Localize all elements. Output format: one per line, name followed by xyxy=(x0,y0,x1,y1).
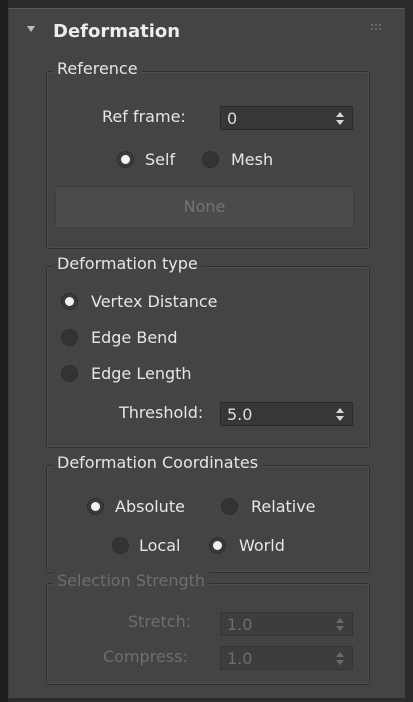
deformation-rollout: Deformation Reference Ref frame: 0 Self … xyxy=(8,8,405,698)
reference-group-title: Reference xyxy=(53,59,142,78)
compress-value[interactable]: 1.0 xyxy=(227,649,252,668)
threshold-spinner[interactable]: 5.0 xyxy=(220,402,353,426)
ref-frame-value[interactable]: 0 xyxy=(227,109,237,128)
world-label[interactable]: World xyxy=(239,536,285,555)
edge-length-radio[interactable] xyxy=(61,365,78,382)
compress-label: Compress: xyxy=(103,647,188,666)
stretch-spinner[interactable]: 1.0 xyxy=(220,612,353,636)
local-label[interactable]: Local xyxy=(139,536,180,555)
spinner-arrows-icon[interactable] xyxy=(336,111,344,125)
spinner-arrows-icon[interactable] xyxy=(336,407,344,421)
threshold-value[interactable]: 5.0 xyxy=(227,405,252,424)
vertex-distance-label[interactable]: Vertex Distance xyxy=(91,292,217,311)
relative-radio[interactable] xyxy=(221,498,238,515)
compress-spinner[interactable]: 1.0 xyxy=(220,646,353,670)
mesh-radio-label[interactable]: Mesh xyxy=(231,150,273,169)
deformation-type-group-title: Deformation type xyxy=(53,254,202,273)
edge-bend-label[interactable]: Edge Bend xyxy=(91,328,177,347)
mesh-radio[interactable] xyxy=(202,151,219,168)
rollout-title: Deformation xyxy=(53,21,181,42)
edge-bend-radio[interactable] xyxy=(61,329,78,346)
absolute-label[interactable]: Absolute xyxy=(115,497,185,516)
panel-left-edge xyxy=(0,0,8,702)
stretch-value[interactable]: 1.0 xyxy=(227,615,252,634)
edge-length-label[interactable]: Edge Length xyxy=(91,364,192,383)
self-radio-label[interactable]: Self xyxy=(145,150,175,169)
ref-frame-label: Ref frame: xyxy=(102,107,186,126)
pick-mesh-button[interactable]: None xyxy=(55,186,354,228)
spinner-arrows-icon[interactable] xyxy=(336,651,344,665)
drag-grip-icon[interactable] xyxy=(371,24,383,34)
stretch-label: Stretch: xyxy=(128,612,192,631)
selection-strength-group-title: Selection Strength xyxy=(53,571,210,590)
pick-mesh-button-label: None xyxy=(183,197,226,216)
ref-frame-spinner[interactable]: 0 xyxy=(220,106,353,130)
world-radio[interactable] xyxy=(209,537,226,554)
collapse-triangle-icon[interactable] xyxy=(27,26,35,32)
relative-label[interactable]: Relative xyxy=(251,497,316,516)
spinner-arrows-icon[interactable] xyxy=(336,617,344,631)
absolute-radio[interactable] xyxy=(87,498,104,515)
self-radio[interactable] xyxy=(117,151,134,168)
rollout-header[interactable]: Deformation xyxy=(9,9,405,55)
vertex-distance-radio[interactable] xyxy=(61,293,78,310)
deformation-coordinates-group-title: Deformation Coordinates xyxy=(53,453,263,472)
deformation-coordinates-group: Deformation Coordinates xyxy=(46,453,370,573)
threshold-label: Threshold: xyxy=(119,403,204,422)
local-radio[interactable] xyxy=(112,537,129,554)
